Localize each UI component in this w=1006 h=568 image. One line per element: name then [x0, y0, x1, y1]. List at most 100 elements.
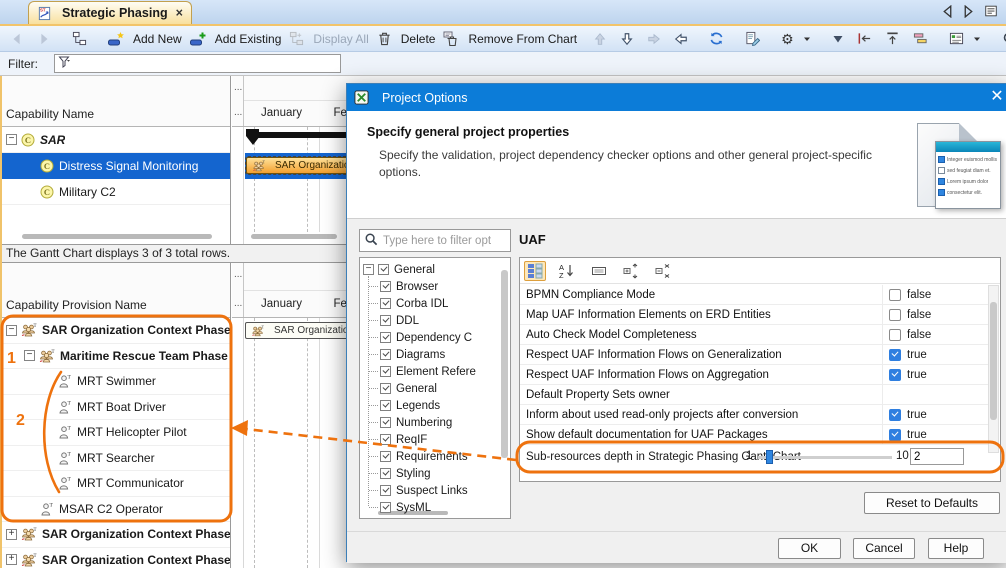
find-button[interactable]: [998, 29, 1006, 48]
checkbox-checked-icon[interactable]: [380, 349, 391, 360]
horizontal-scrollbar-thumb[interactable]: [22, 234, 212, 239]
filter-input[interactable]: [54, 54, 341, 73]
tree-node-diagrams[interactable]: Diagrams: [360, 346, 510, 363]
tree-node-ddl[interactable]: DDL: [360, 312, 510, 329]
ok-button[interactable]: OK: [778, 538, 841, 559]
expand-toggle-icon[interactable]: +: [6, 554, 17, 565]
tree-row[interactable]: −TMaritime Rescue Team Phase 1: [2, 344, 230, 370]
forward-button[interactable]: [33, 30, 60, 48]
dialog-close-icon[interactable]: ✕: [983, 86, 1006, 109]
property-row[interactable]: Default Property Sets owner: [520, 385, 988, 405]
tree-row[interactable]: TMRT Searcher: [2, 446, 230, 472]
property-row[interactable]: Respect UAF Information Flows on Aggrega…: [520, 365, 988, 385]
property-row[interactable]: Show default documentation for UAF Packa…: [520, 425, 988, 445]
depth-value-input[interactable]: [910, 448, 964, 465]
tree-node-dependency-c[interactable]: Dependency C: [360, 329, 510, 346]
tree-node-general[interactable]: −General: [360, 261, 510, 278]
tree-node-element-refere[interactable]: Element Refere: [360, 363, 510, 380]
horizontal-scrollbar-thumb[interactable]: [251, 234, 337, 239]
checkbox-checked-icon[interactable]: [380, 383, 391, 394]
tree-node-styling[interactable]: Styling: [360, 465, 510, 482]
property-row[interactable]: Inform about used read-only projects aft…: [520, 405, 988, 425]
checkbox-checked-icon[interactable]: [380, 315, 391, 326]
checkbox-checked-icon[interactable]: [380, 298, 391, 309]
tree-row[interactable]: CMilitary C2: [2, 179, 230, 205]
checkbox-checked-icon[interactable]: [889, 349, 901, 361]
tree-node-requirements[interactable]: Requirements: [360, 448, 510, 465]
tree-row[interactable]: TMRT Swimmer: [2, 369, 230, 395]
property-row[interactable]: BPMN Compliance Modefalse: [520, 285, 988, 305]
tree-node-sysml[interactable]: SysML: [360, 499, 510, 516]
tree-node-numbering[interactable]: Numbering: [360, 414, 510, 431]
property-row[interactable]: Map UAF Information Elements on ERD Enti…: [520, 305, 988, 325]
collapse-nodes-icon[interactable]: [652, 261, 674, 281]
tree-row[interactable]: TMRT Helicopter Pilot: [2, 420, 230, 446]
tree-row[interactable]: TMRT Boat Driver: [2, 395, 230, 421]
property-row[interactable]: Respect UAF Information Flows on General…: [520, 345, 988, 365]
checkbox-checked-icon[interactable]: [380, 400, 391, 411]
scroll-to-top-button[interactable]: [881, 29, 909, 48]
move-up-button[interactable]: [589, 30, 616, 48]
checkbox-checked-icon[interactable]: [380, 434, 391, 445]
columns-button[interactable]: [945, 29, 990, 48]
expand-toggle-icon[interactable]: +: [6, 529, 17, 540]
add-new-button[interactable]: Add New: [104, 29, 186, 49]
checkbox-unchecked-icon[interactable]: [889, 329, 901, 341]
move-left-button[interactable]: [670, 30, 697, 48]
collapse-toggle-icon[interactable]: −: [6, 325, 17, 336]
reset-to-defaults-button[interactable]: Reset to Defaults: [864, 492, 1000, 514]
checkbox-unchecked-icon[interactable]: [889, 309, 901, 321]
legend-button[interactable]: [909, 29, 937, 48]
checkbox-unchecked-icon[interactable]: [889, 289, 901, 301]
tree-node-corba-idl[interactable]: Corba IDL: [360, 295, 510, 312]
tree-row[interactable]: +TSAR Organization Context Phase 3: [2, 548, 230, 568]
checkbox-checked-icon[interactable]: [889, 369, 901, 381]
sort-alphabetically-icon[interactable]: AZ: [556, 261, 578, 281]
vertical-scrollbar-thumb[interactable]: [990, 302, 997, 420]
tree-node-browser[interactable]: Browser: [360, 278, 510, 295]
checkbox-checked-icon[interactable]: [380, 451, 391, 462]
delete-button[interactable]: Delete: [373, 29, 440, 48]
expand-nodes-icon[interactable]: [620, 261, 642, 281]
categorized-view-icon[interactable]: [524, 261, 546, 281]
collapse-toggle-icon[interactable]: −: [24, 350, 35, 361]
show-description-icon[interactable]: [588, 261, 610, 281]
remove-from-chart-button[interactable]: Remove From Chart: [439, 29, 581, 49]
checkbox-checked-icon[interactable]: [380, 485, 391, 496]
collapsed-column[interactable]: ...: [234, 82, 242, 93]
tab-strategic-phasing[interactable]: ST Strategic Phasing ×: [28, 1, 192, 24]
refresh-button[interactable]: [705, 29, 733, 48]
tree-row[interactable]: CDistress Signal Monitoring: [2, 153, 230, 179]
help-button[interactable]: Help: [928, 538, 984, 559]
tab-close-icon[interactable]: ×: [176, 6, 183, 20]
depth-slider-track[interactable]: [758, 456, 892, 459]
tree-node-reqif[interactable]: ReqIF: [360, 431, 510, 448]
cancel-button[interactable]: Cancel: [853, 538, 915, 559]
collapse-toggle-icon[interactable]: −: [6, 134, 17, 145]
filter-menu-button[interactable]: [828, 31, 853, 47]
tree-row[interactable]: −CSAR: [2, 127, 230, 153]
checkbox-checked-icon[interactable]: [378, 264, 389, 275]
checkbox-checked-icon[interactable]: [380, 366, 391, 377]
search-input[interactable]: [381, 234, 501, 248]
back-button[interactable]: [6, 30, 33, 48]
tree-row[interactable]: −TSAR Organization Context Phase 1: [2, 318, 230, 344]
scroll-tabs-left-icon[interactable]: [942, 5, 953, 21]
tree-node-legends[interactable]: Legends: [360, 397, 510, 414]
move-down-button[interactable]: [616, 30, 643, 48]
checkbox-checked-icon[interactable]: [889, 429, 901, 441]
checkbox-checked-icon[interactable]: [380, 468, 391, 479]
tree-row[interactable]: TMRT Communicator: [2, 471, 230, 497]
options-search-box[interactable]: [359, 229, 511, 252]
scroll-tabs-right-icon[interactable]: [963, 5, 974, 21]
funnel-icon[interactable]: [58, 55, 72, 72]
tree-node-suspect-links[interactable]: Suspect Links: [360, 482, 510, 499]
settings-button[interactable]: ⚙: [777, 30, 820, 48]
add-existing-button[interactable]: Add Existing: [186, 29, 286, 49]
outdent-button[interactable]: [853, 29, 881, 48]
edit-properties-button[interactable]: [741, 29, 769, 48]
property-row[interactable]: Auto Check Model Completenessfalse: [520, 325, 988, 345]
tree-row[interactable]: +TSAR Organization Context Phase 2: [2, 522, 230, 548]
checkbox-checked-icon[interactable]: [380, 502, 391, 513]
checkbox-checked-icon[interactable]: [889, 409, 901, 421]
